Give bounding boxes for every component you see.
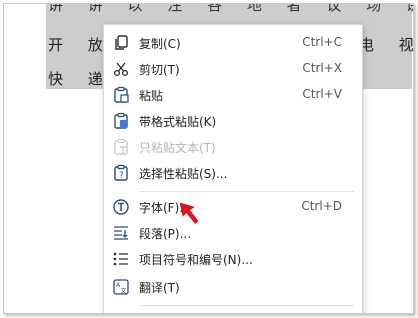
bullets-numbering-icon [113, 252, 128, 266]
menu-item-shortcut: Ctrl+V [302, 87, 342, 101]
menu-item-label: 复制(C) [139, 37, 181, 51]
menu-item-shortcut: Ctrl+X [302, 61, 342, 75]
document-line-1-right: 电 视 费 [359, 36, 413, 54]
menu-item-shortcut: Ctrl+C [302, 35, 342, 49]
menu-item-paste[interactable]: 粘贴 Ctrl+V [104, 83, 362, 109]
paste-icon [114, 86, 129, 103]
paste-formatted-icon [114, 112, 128, 129]
menu-item-paragraph[interactable]: 段落(P)... [104, 221, 362, 247]
menu-item-label: 只粘贴文本(T) [139, 141, 216, 155]
menu-item-cut[interactable]: 剪切(T) Ctrl+X [104, 57, 362, 83]
menu-item-label: 翻译(T) [139, 281, 180, 295]
menu-separator [139, 191, 354, 192]
translate-icon: A 文 [113, 279, 129, 295]
menu-item-label: 选择性粘贴(S)... [139, 167, 228, 181]
menu-item-bullets-numbering[interactable]: 项目符号和编号(N)... [104, 247, 362, 273]
copy-icon [115, 35, 128, 50]
menu-item-label: 剪切(T) [139, 63, 180, 77]
paste-text-only-icon [114, 138, 128, 155]
menu-item-label: 项目符号和编号(N)... [139, 253, 253, 267]
menu-separator [139, 305, 354, 306]
document-line-top: 讲 讲 以 注 各 地 者 议 场 讲 并 各 种 … [48, 3, 413, 14]
menu-item-translate[interactable]: A 文 翻译(T) [104, 275, 362, 301]
menu-item-paste-text-only: 只粘贴文本(T) [104, 135, 362, 161]
svg-text:?: ? [119, 171, 124, 181]
scissors-icon [113, 62, 129, 77]
menu-item-paste-special[interactable]: ? 选择性粘贴(S)... [104, 161, 362, 187]
menu-item-font[interactable]: 字体(F)... Ctrl+D [104, 195, 362, 221]
font-icon [113, 199, 129, 215]
menu-item-copy[interactable]: 复制(C) Ctrl+C [104, 31, 362, 57]
context-menu: 复制(C) Ctrl+C 剪切(T) Ctrl+X 粘贴 Ctrl+V 带格式粘… [103, 24, 363, 313]
paste-special-icon: ? [114, 164, 128, 181]
menu-item-label: 粘贴 [139, 89, 164, 103]
paragraph-icon [114, 226, 128, 240]
svg-text:文: 文 [121, 287, 127, 295]
red-arrow-annotation [179, 202, 199, 224]
screenshot-frame: 讲 讲 以 注 各 地 者 议 场 讲 并 各 种 … 开 放 广 电 视 费 … [3, 3, 414, 314]
menu-item-label: 带格式粘贴(K) [139, 115, 217, 129]
menu-item-paste-formatted[interactable]: 带格式粘贴(K) [104, 109, 362, 135]
menu-item-shortcut: Ctrl+D [301, 199, 342, 213]
